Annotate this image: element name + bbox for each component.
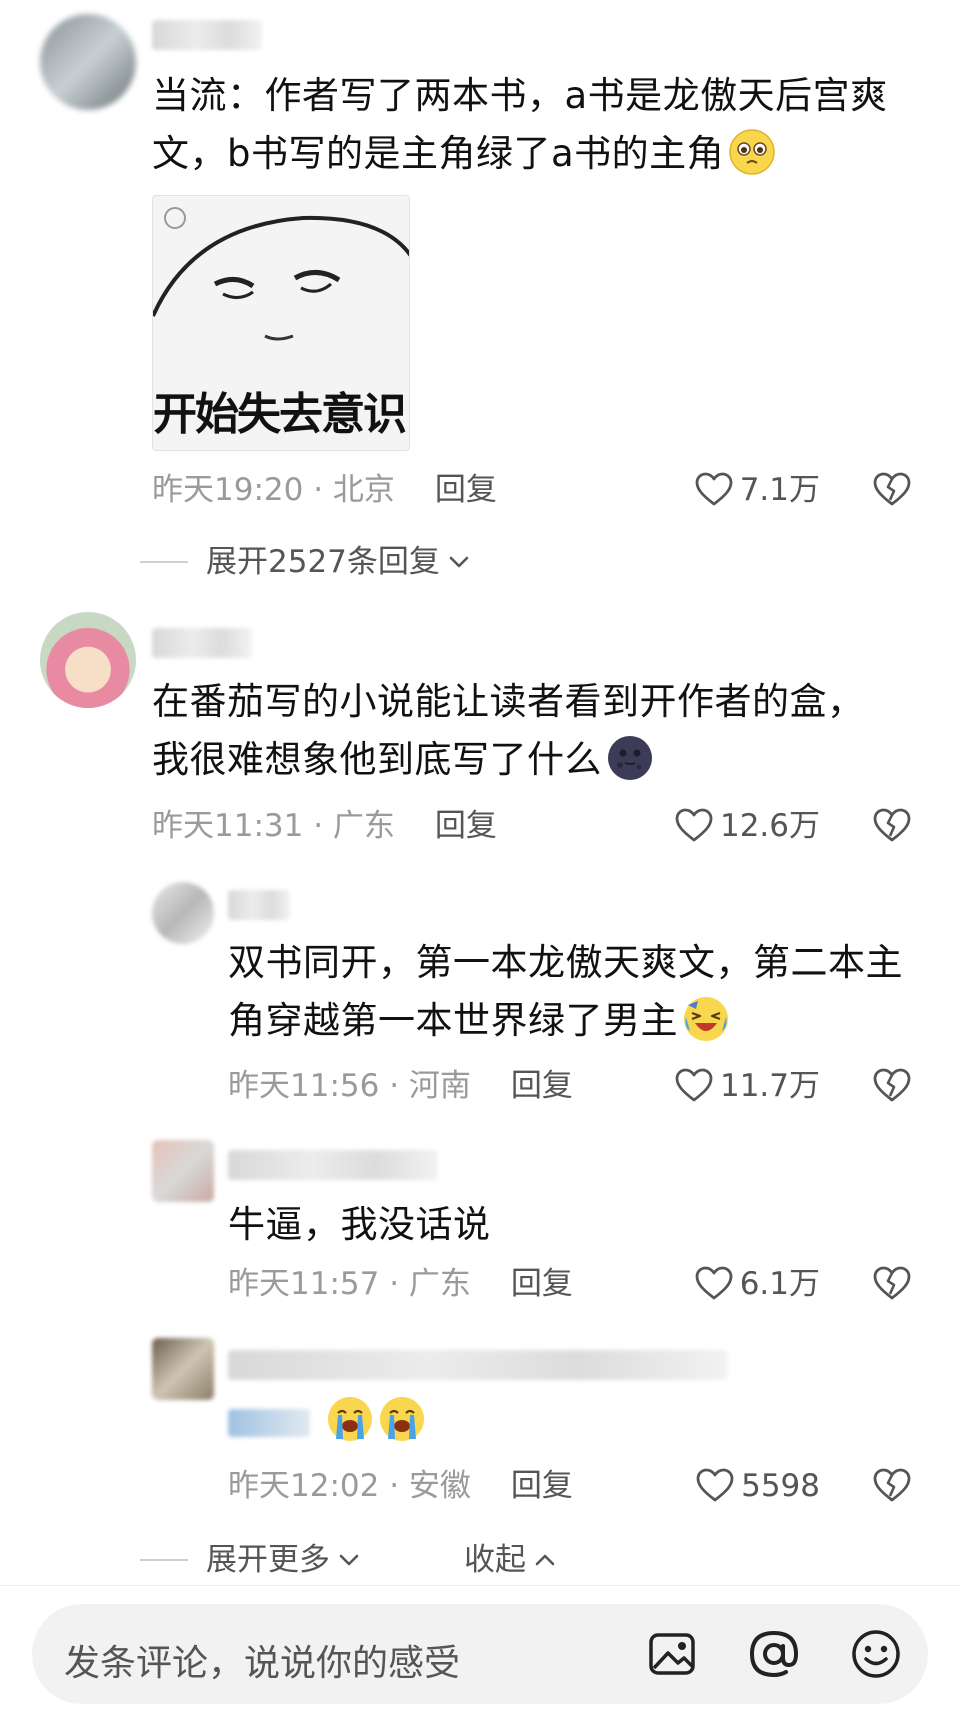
like-button[interactable]: 6.1万: [694, 1264, 820, 1304]
comment-text-line: 我很难想象他到底写了什么: [152, 738, 602, 781]
comment-time: 昨天19:20: [152, 472, 304, 508]
like-count: 6.1万: [739, 1266, 820, 1302]
reply-button[interactable]: 回复: [511, 1266, 573, 1302]
expand-more-button[interactable]: 展开更多: [140, 1540, 362, 1580]
dark-moon-face-emoji: [606, 734, 654, 782]
reply-text-line: 牛逼，我没话说: [228, 1203, 491, 1246]
comment-input[interactable]: 发条评论，说说你的感受: [32, 1604, 928, 1704]
like-count: 12.6万: [719, 808, 820, 844]
username[interactable]: [228, 890, 290, 920]
dislike-icon[interactable]: [872, 806, 912, 846]
avatar[interactable]: [152, 1338, 214, 1400]
emoji-icon[interactable]: [848, 1626, 904, 1682]
reply-location: 安徽: [408, 1468, 471, 1504]
reply-button[interactable]: 回复: [511, 1468, 573, 1504]
reply-meta: 昨天11:57 · 广东 回复: [228, 1266, 573, 1302]
dislike-icon[interactable]: [872, 470, 912, 510]
username[interactable]: [228, 1150, 438, 1180]
comment-location: 广东: [332, 808, 395, 844]
chevron-down-icon: [336, 1547, 362, 1573]
comment-meta: 昨天19:20 · 北京 回复: [152, 472, 497, 508]
avatar[interactable]: [40, 612, 136, 708]
reply-time: 昨天11:56: [228, 1068, 380, 1104]
heart-icon: [695, 1466, 735, 1506]
chevron-down-icon: [446, 549, 472, 575]
reply-location: 广东: [408, 1266, 471, 1302]
comment-text-line: 文，b书写的是主角绿了a书的主角: [152, 132, 725, 175]
reply-text: 牛逼，我没话说: [228, 1196, 491, 1254]
like-button[interactable]: 12.6万: [674, 806, 820, 846]
meme-image[interactable]: 开始失去意识: [152, 195, 410, 451]
dislike-icon[interactable]: [872, 1466, 912, 1506]
avatar[interactable]: [152, 1140, 214, 1202]
comment-bar: 发条评论，说说你的感受: [0, 1585, 960, 1720]
reply-text-line: 角穿越第一本世界绿了男主: [228, 999, 678, 1042]
heart-icon: [674, 806, 714, 846]
reply-text: [228, 1392, 426, 1450]
expand-replies-button[interactable]: 展开2527条回复: [140, 542, 472, 582]
reply-text-line: 双书同开，第一本龙傲天爽文，第二本主: [228, 941, 903, 984]
reply-time: 昨天11:57: [228, 1266, 380, 1302]
comment-input-placeholder: 发条评论，说说你的感受: [64, 1643, 461, 1684]
reply-meta: 昨天11:56 · 河南 回复: [228, 1068, 573, 1104]
like-count: 11.7万: [719, 1068, 820, 1104]
heart-icon: [694, 1264, 734, 1304]
like-button[interactable]: 5598: [695, 1466, 820, 1506]
image-icon[interactable]: [644, 1626, 700, 1682]
loudly-crying-face-emoji: [326, 1395, 374, 1443]
reply-button[interactable]: 回复: [435, 472, 497, 508]
like-button[interactable]: 11.7万: [674, 1066, 820, 1106]
mention-icon[interactable]: [746, 1626, 802, 1682]
mention-blur[interactable]: [228, 1408, 310, 1437]
dislike-icon[interactable]: [872, 1066, 912, 1106]
like-count: 7.1万: [739, 472, 820, 508]
laughing-crying-face-emoji: [682, 995, 730, 1043]
chevron-up-icon: [532, 1547, 558, 1573]
collapse-button[interactable]: 收起: [464, 1540, 558, 1580]
collapse-label: 收起: [464, 1542, 526, 1578]
meme-caption: 开始失去意识: [153, 389, 407, 440]
username[interactable]: [152, 628, 252, 658]
comment-text: 在番茄写的小说能让读者看到开作者的盒， 我很难想象他到底写了什么: [152, 673, 865, 789]
comment-meta: 昨天11:31 · 广东 回复: [152, 808, 497, 844]
comment-text: 当流：作者写了两本书，a书是龙傲天后宫爽 文，b书写的是主角绿了a书的主角: [152, 67, 888, 183]
divider: [140, 561, 188, 563]
comment-time: 昨天11:31: [152, 808, 304, 844]
like-count: 5598: [741, 1468, 820, 1504]
expand-more-label: 展开更多: [206, 1542, 330, 1578]
reply-text: 双书同开，第一本龙傲天爽文，第二本主 角穿越第一本世界绿了男主: [228, 934, 903, 1050]
pleading-face-emoji: [728, 128, 776, 176]
username[interactable]: [228, 1350, 728, 1380]
reply-location: 河南: [408, 1068, 471, 1104]
heart-icon: [694, 470, 734, 510]
like-button[interactable]: 7.1万: [694, 470, 820, 510]
avatar[interactable]: [40, 14, 136, 110]
comment-text-line: 在番茄写的小说能让读者看到开作者的盒，: [152, 680, 865, 723]
heart-icon: [674, 1066, 714, 1106]
reply-time: 昨天12:02: [228, 1468, 380, 1504]
reply-button[interactable]: 回复: [435, 808, 497, 844]
avatar[interactable]: [152, 882, 214, 944]
loudly-crying-face-emoji: [378, 1395, 426, 1443]
reply-meta: 昨天12:02 · 安徽 回复: [228, 1468, 573, 1504]
divider: [140, 1559, 188, 1561]
reply-button[interactable]: 回复: [511, 1068, 573, 1104]
expand-replies-label: 展开2527条回复: [206, 544, 440, 580]
dislike-icon[interactable]: [872, 1264, 912, 1304]
comment-text-line: 当流：作者写了两本书，a书是龙傲天后宫爽: [152, 74, 888, 117]
username[interactable]: [152, 20, 262, 50]
comment-location: 北京: [332, 472, 395, 508]
